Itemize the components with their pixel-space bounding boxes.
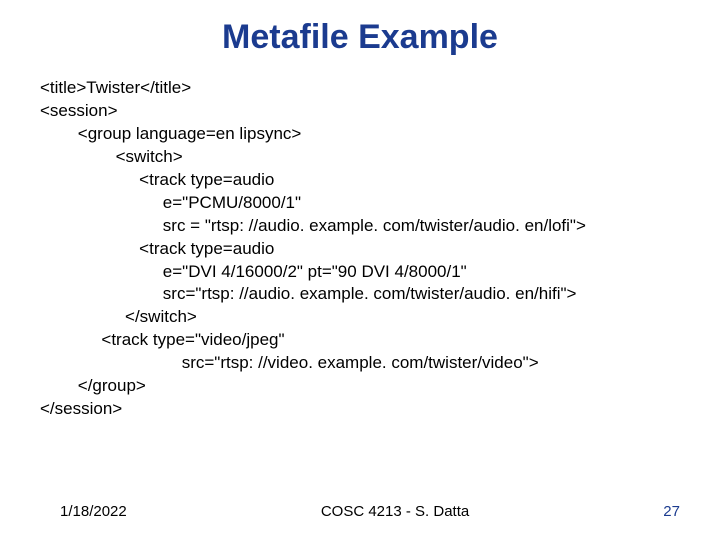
slide: Metafile Example <title>Twister</title> … [0,0,720,540]
slide-title: Metafile Example [40,18,680,57]
footer-date: 1/18/2022 [60,503,127,520]
code-block: <title>Twister</title> <session> <group … [40,77,680,421]
page-number: 27 [663,503,680,520]
footer: 1/18/2022 COSC 4213 - S. Datta 27 [0,503,720,520]
footer-center: COSC 4213 - S. Datta [321,503,469,520]
